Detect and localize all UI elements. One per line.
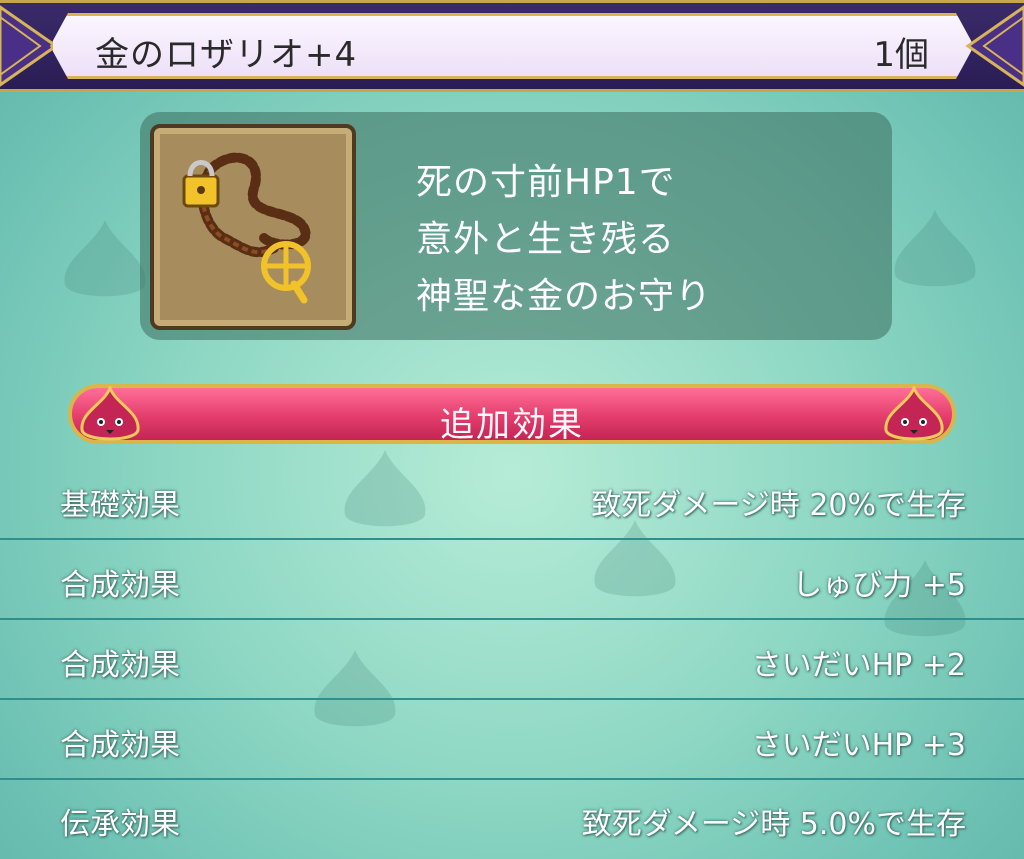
description-line: 神聖な金のお守り [416,276,713,317]
item-icon-frame [150,124,356,330]
effect-value: 致死ダメージ時 20%で生存 [591,488,966,523]
effect-row: 合成効果 さいだいHP +2 [0,620,1024,700]
effect-label: 合成効果 [60,648,180,683]
effect-label: 基礎効果 [60,488,180,523]
background-slime-icon [64,220,146,297]
item-header: 金のロザリオ+4 1個 [0,0,1024,92]
effect-value: しゅび力 +5 [792,568,966,603]
effect-row: 合成効果 さいだいHP +3 [0,700,1024,780]
effect-row: 基礎効果 致死ダメージ時 20%で生存 [0,460,1024,540]
description-line: 死の寸前HP1で [416,162,676,203]
effect-value: さいだいHP +3 [751,728,966,763]
item-count: 1個 [873,35,929,75]
additional-effects-header: 追加効果 [50,380,974,450]
effect-value: 致死ダメージ時 5.0%で生存 [581,807,966,842]
effect-label: 伝承効果 [60,807,180,842]
effect-value: さいだいHP +2 [751,648,966,683]
header-corner-ornament [965,5,1024,87]
section-title: 追加効果 [440,405,584,445]
effect-label: 合成効果 [60,728,180,763]
effect-row: 合成効果 しゅび力 +5 [0,540,1024,620]
description-line: 意外と生き残る [416,219,676,260]
background-slime-icon [894,210,976,287]
item-name: 金のロザリオ+4 [95,35,358,75]
effect-label: 合成効果 [60,568,180,603]
gold-rosary-icon [182,152,311,304]
slime-icon [884,386,944,441]
item-description: 死の寸前HP1で 意外と生き残る 神聖な金のお守り [416,154,876,325]
effect-row: 伝承効果 致死ダメージ時 5.0%で生存 [0,779,1024,859]
